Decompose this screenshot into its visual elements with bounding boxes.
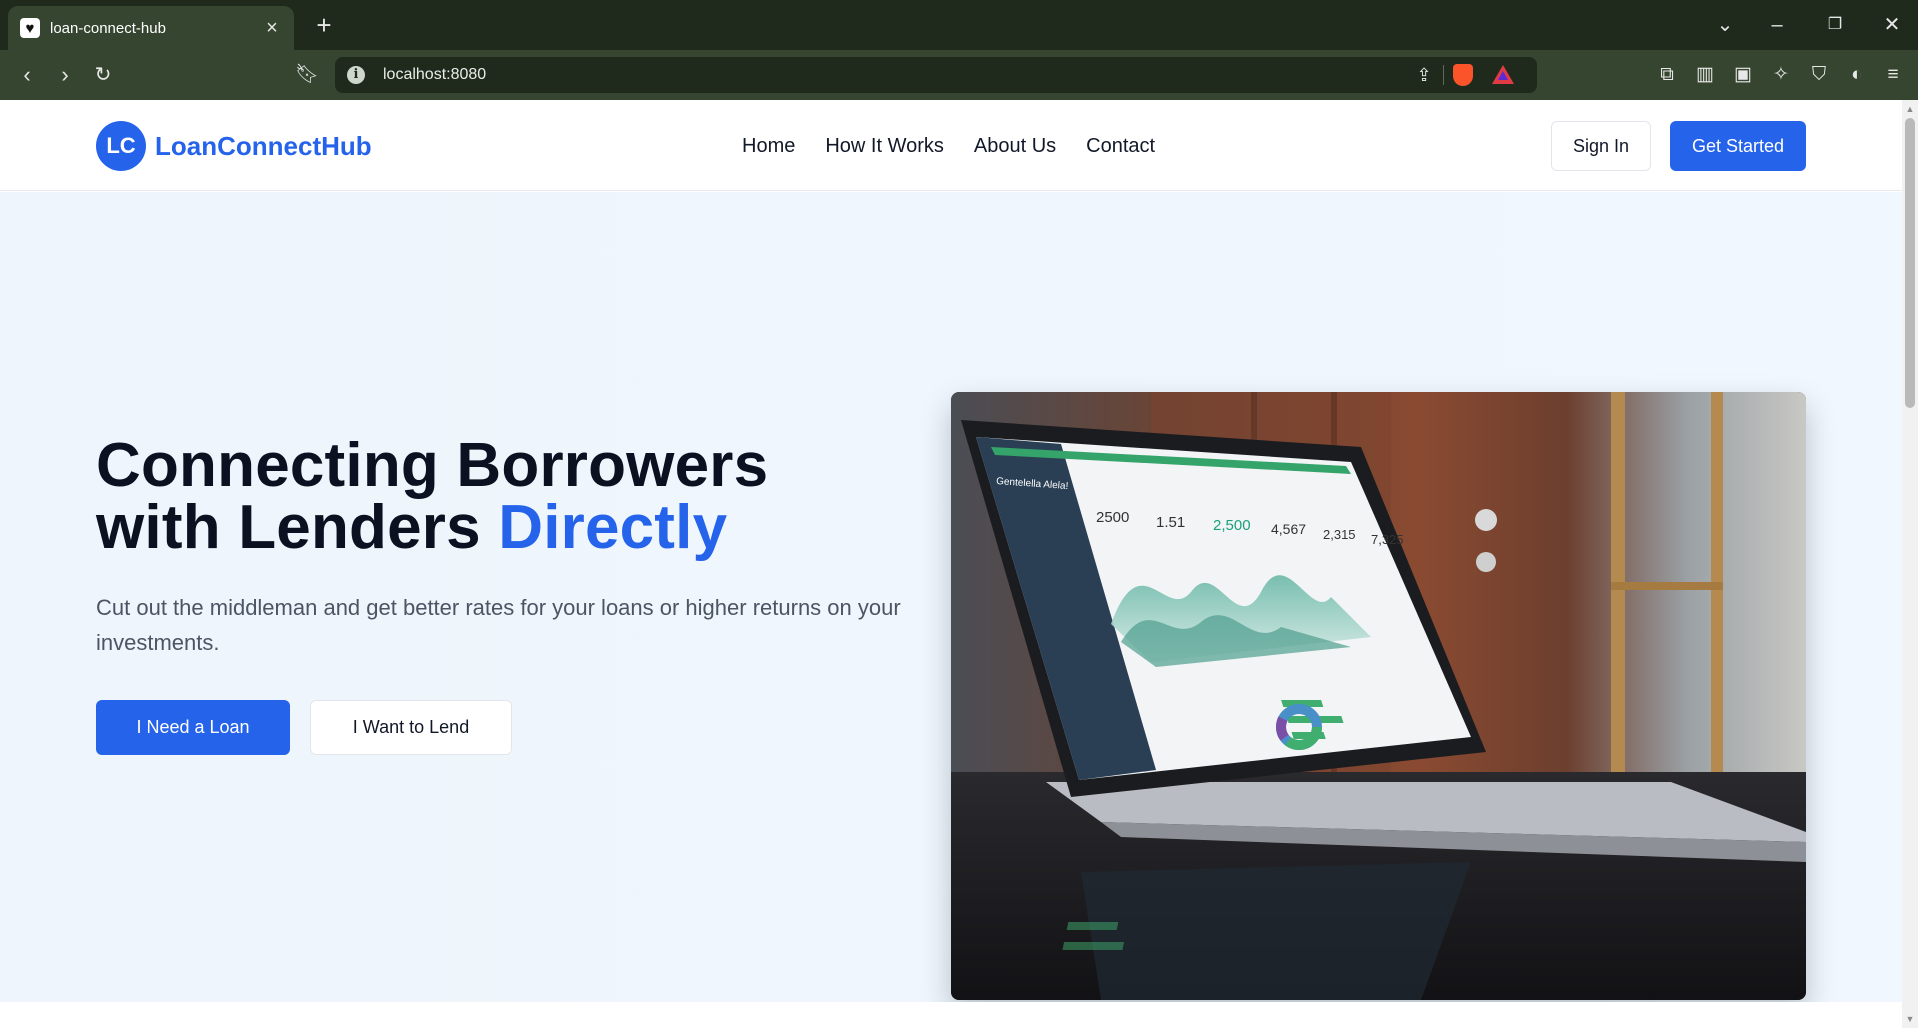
laptop-stat-3: 2,500 — [1213, 517, 1251, 534]
hero-title-line2: with Lenders — [96, 493, 499, 562]
laptop-photo: Gentelella Alela! 2500 1.51 2,500 4,567 … — [951, 392, 1806, 1000]
laptop-stat-4: 4,567 — [1271, 521, 1306, 537]
bookmark-icon[interactable]: 🔖︎ — [292, 60, 322, 90]
hero-title-accent: Directly — [498, 493, 728, 562]
laptop-stat-6: 7,325 — [1371, 532, 1404, 547]
site-info-icon[interactable]: i — [347, 66, 365, 84]
laptop-stat-5: 2,315 — [1323, 527, 1356, 542]
minimize-icon[interactable]: – — [1762, 10, 1792, 40]
restore-icon[interactable]: ❐ — [1820, 10, 1850, 40]
extensions-icon[interactable]: ⧉ — [1652, 60, 1682, 90]
vpn-shield-icon[interactable]: ⛉ — [1804, 60, 1834, 90]
site-header: LC LoanConnectHub Home How It Works Abou… — [0, 100, 1902, 191]
browser-tabstrip: ♥ loan-connect-hub × + ⌄ – ❐ ✕ — [0, 0, 1918, 50]
sign-in-button[interactable]: Sign In — [1551, 121, 1651, 171]
web-page: LC LoanConnectHub Home How It Works Abou… — [0, 100, 1902, 1028]
get-started-button[interactable]: Get Started — [1670, 121, 1806, 171]
share-icon[interactable]: ⇪ — [1412, 63, 1436, 87]
browser-tab[interactable]: ♥ loan-connect-hub × — [8, 6, 294, 50]
back-icon[interactable]: ‹ — [12, 60, 42, 90]
forward-icon[interactable]: › — [50, 60, 80, 90]
url-text[interactable]: localhost:8080 — [383, 57, 486, 93]
brand-name[interactable]: LoanConnectHub — [155, 128, 372, 164]
browser-toolbar: ‹ › ↻ 🔖︎ i localhost:8080 ⇪ — [0, 50, 1918, 100]
hero-subtitle: Cut out the middleman and get better rat… — [96, 595, 901, 655]
new-tab-icon[interactable]: + — [312, 10, 336, 40]
next-section-edge — [0, 1002, 1902, 1028]
hero-laptop-image: Gentelella Alela! 2500 1.51 2,500 4,567 … — [951, 392, 1806, 1000]
profile-icon[interactable]: ◐ — [1842, 60, 1872, 90]
laptop-stat-1: 2500 — [1096, 509, 1129, 526]
main-nav: Home How It Works About Us Contact — [742, 128, 1155, 164]
wallet-icon[interactable]: ▣ — [1728, 60, 1758, 90]
nav-contact[interactable]: Contact — [1086, 128, 1155, 164]
tab-title: loan-connect-hub — [50, 19, 166, 37]
hero-title-line1: Connecting Borrowers — [96, 431, 769, 500]
scroll-thumb[interactable] — [1905, 118, 1915, 408]
brave-shields-icon[interactable] — [1453, 64, 1473, 86]
laptop-stat-2: 1.51 — [1156, 514, 1185, 531]
scroll-up-icon[interactable]: ▲ — [1905, 104, 1915, 114]
close-window-icon[interactable]: ✕ — [1877, 10, 1907, 40]
reload-icon[interactable]: ↻ — [88, 60, 118, 90]
hero-title: Connecting Borrowers with Lenders Direct… — [96, 435, 896, 559]
hero-section: Connecting Borrowers with Lenders Direct… — [0, 192, 1902, 1002]
brave-rewards-icon[interactable] — [1492, 65, 1514, 84]
sidebar-toggle-icon[interactable]: ▥ — [1690, 60, 1720, 90]
want-to-lend-button[interactable]: I Want to Lend — [310, 700, 512, 755]
logo-badge[interactable]: LC — [96, 121, 146, 171]
nav-home[interactable]: Home — [742, 128, 795, 164]
close-tab-icon[interactable]: × — [262, 18, 282, 38]
leo-ai-icon[interactable]: ✧ — [1766, 60, 1796, 90]
menu-icon[interactable]: ≡ — [1878, 60, 1908, 90]
address-bar[interactable]: i localhost:8080 ⇪ — [335, 57, 1537, 93]
need-loan-button[interactable]: I Need a Loan — [96, 700, 290, 755]
page-scrollbar[interactable]: ▲ ▼ — [1902, 100, 1918, 1028]
scroll-down-icon[interactable]: ▼ — [1905, 1014, 1915, 1024]
tab-search-chevron-icon[interactable]: ⌄ — [1710, 10, 1740, 40]
heart-icon: ♥ — [20, 18, 40, 38]
nav-about-us[interactable]: About Us — [974, 128, 1056, 164]
nav-how-it-works[interactable]: How It Works — [825, 128, 944, 164]
omnibox-divider — [1443, 65, 1444, 85]
